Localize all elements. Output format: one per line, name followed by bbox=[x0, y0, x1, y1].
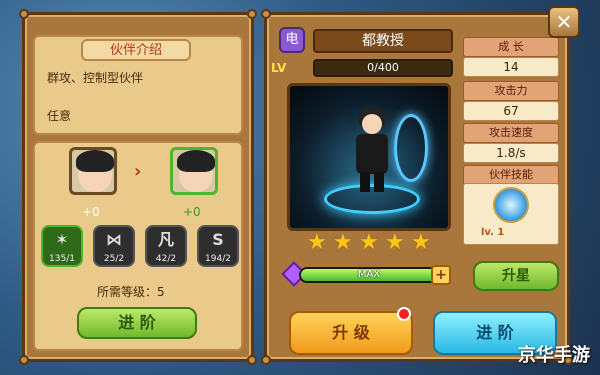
element-badge: 电 bbox=[279, 27, 305, 53]
panel-rivet bbox=[247, 355, 257, 365]
rune-4-symbol: S bbox=[212, 230, 224, 249]
skill-icon[interactable] bbox=[493, 187, 529, 223]
arrow-icon: › bbox=[134, 161, 142, 182]
next-plus: +0 bbox=[183, 205, 201, 219]
rune-slot-3[interactable]: 凡 42/2 bbox=[145, 225, 187, 267]
speed-value: 1.8/s bbox=[463, 143, 559, 163]
partner-name: 都教授 bbox=[313, 29, 453, 53]
character-portrait bbox=[287, 83, 451, 231]
rune-slot-2[interactable]: ⋈ 25/2 bbox=[93, 225, 135, 267]
panel-rivet bbox=[19, 9, 29, 19]
star-icon: ★ bbox=[307, 230, 327, 255]
rune-3-symbol: 凡 bbox=[157, 230, 174, 249]
star-rating: ★ ★ ★ ★ ★ bbox=[307, 230, 437, 255]
panel-rivet bbox=[261, 9, 271, 19]
intro-description-2: 任意 bbox=[47, 109, 72, 123]
watermark: 京华手游 bbox=[518, 345, 590, 366]
growth-label: 成 长 bbox=[463, 37, 559, 57]
rune-slot-4[interactable]: S 194/2 bbox=[197, 225, 239, 267]
star-icon: ★ bbox=[333, 230, 353, 255]
advance-button-left[interactable]: 进 阶 bbox=[77, 307, 197, 339]
intro-description: 群攻、控制型伙伴 bbox=[47, 71, 144, 85]
rune-slot-1[interactable]: ✶ 135/1 bbox=[41, 225, 83, 267]
partner-info-panel: 伙伴介绍 群攻、控制型伙伴 任意 › +0 +0 ✶ 135/1 ⋈ 25/2 … bbox=[19, 9, 257, 365]
next-avatar bbox=[170, 147, 218, 195]
rune-1-symbol: ✶ bbox=[55, 230, 69, 249]
close-button[interactable]: ✕ bbox=[548, 6, 580, 38]
growth-value: 14 bbox=[463, 57, 559, 77]
rune-3-count: 42/2 bbox=[155, 254, 177, 264]
attack-value: 67 bbox=[463, 101, 559, 121]
skill-label: 伙伴技能 bbox=[463, 165, 559, 185]
rune-4-count: 194/2 bbox=[205, 254, 231, 264]
rune-2-count: 25/2 bbox=[103, 254, 125, 264]
attack-label: 攻击力 bbox=[463, 81, 559, 101]
star-up-button[interactable]: 升星 bbox=[473, 261, 559, 291]
shield-glow bbox=[394, 114, 428, 182]
panel-rivet bbox=[261, 355, 271, 365]
upgrade-button[interactable]: 升 级 bbox=[289, 311, 413, 355]
partner-detail-panel: 电 都教授 LV 0/400 ★ ★ ★ ★ ★ MAX + 升星 升 级 进 阶 成 … bbox=[261, 9, 573, 365]
rune-1-count: 135/1 bbox=[49, 254, 75, 264]
current-plus: +0 bbox=[82, 205, 100, 219]
notification-dot bbox=[397, 307, 411, 321]
star-icon: ★ bbox=[411, 230, 431, 255]
star-icon: ★ bbox=[385, 230, 405, 255]
speed-label: 攻击速度 bbox=[463, 123, 559, 143]
rune-2-symbol: ⋈ bbox=[106, 230, 122, 249]
panel-rivet bbox=[19, 355, 29, 365]
character-sprite bbox=[350, 106, 394, 194]
level-label: LV bbox=[271, 61, 287, 75]
current-avatar bbox=[69, 147, 117, 195]
exp-text: 0/400 bbox=[367, 61, 399, 74]
max-label: MAX bbox=[357, 269, 381, 280]
star-icon: ★ bbox=[359, 230, 379, 255]
intro-title: 伙伴介绍 bbox=[81, 39, 191, 61]
required-level: 所需等级：5 bbox=[97, 285, 165, 299]
add-material-button[interactable]: + bbox=[431, 265, 451, 285]
skill-level: lv. 1 bbox=[481, 227, 505, 238]
panel-rivet bbox=[247, 9, 257, 19]
